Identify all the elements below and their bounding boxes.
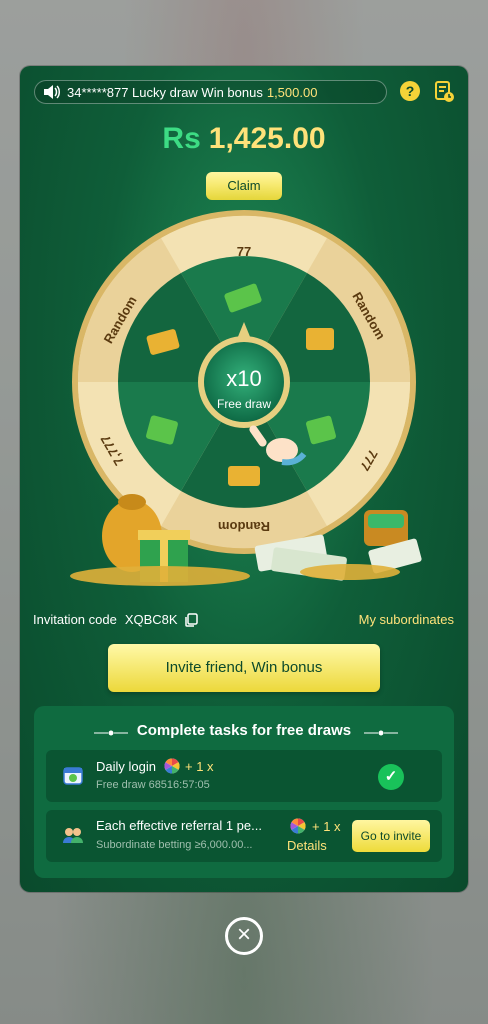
close-icon[interactable]: × xyxy=(225,917,263,955)
task-subtitle: Free draw 68516:57:05 xyxy=(96,779,210,791)
wheel-icon xyxy=(164,758,180,774)
task-reward: + 1 x xyxy=(184,758,214,774)
lucky-draw-modal: 34*****877 Lucky draw Win bonus 1,500.00… xyxy=(20,66,468,892)
details-link[interactable]: Details xyxy=(287,838,327,853)
invitation-code: XQBC8K xyxy=(124,612,178,627)
wheel-center-label: Free draw xyxy=(217,397,271,411)
task-reward: + 1 x xyxy=(312,818,341,834)
copy-icon[interactable] xyxy=(184,612,198,627)
calendar-icon xyxy=(63,767,83,785)
invitation-label: Invitation code xyxy=(33,612,117,627)
wheel-icon xyxy=(290,818,306,834)
task-title-text: Daily login xyxy=(96,758,156,774)
task-title: Daily login + 1 x xyxy=(96,758,214,774)
check-icon: ✓ xyxy=(378,764,404,790)
wheel-multiplier: x10 xyxy=(226,366,261,391)
task-reward-row: + 1 x xyxy=(290,818,341,834)
task-referral: Each effective referral 1 pe... Subordin… xyxy=(46,810,442,862)
users-icon xyxy=(63,828,83,843)
my-subordinates-link[interactable]: My subordinates xyxy=(359,612,454,627)
wheel-segment-label: 77 xyxy=(237,244,251,259)
tasks-panel: Complete tasks for free draws Daily logi… xyxy=(34,706,454,878)
go-to-invite-button[interactable]: Go to invite xyxy=(352,820,430,852)
task-daily-login: Daily login + 1 x Free draw 68516:57:05 … xyxy=(46,750,442,802)
invitation-code-row: Invitation code XQBC8K xyxy=(33,612,198,627)
task-subtitle: Subordinate betting ≥6,000.00... xyxy=(96,839,253,851)
wheel-segment-label: Random xyxy=(218,519,270,534)
invite-friend-button[interactable]: Invite friend, Win bonus xyxy=(108,644,380,692)
task-title-text: Each effective referral 1 pe... xyxy=(96,818,262,833)
divider-ornament-right xyxy=(364,730,398,736)
